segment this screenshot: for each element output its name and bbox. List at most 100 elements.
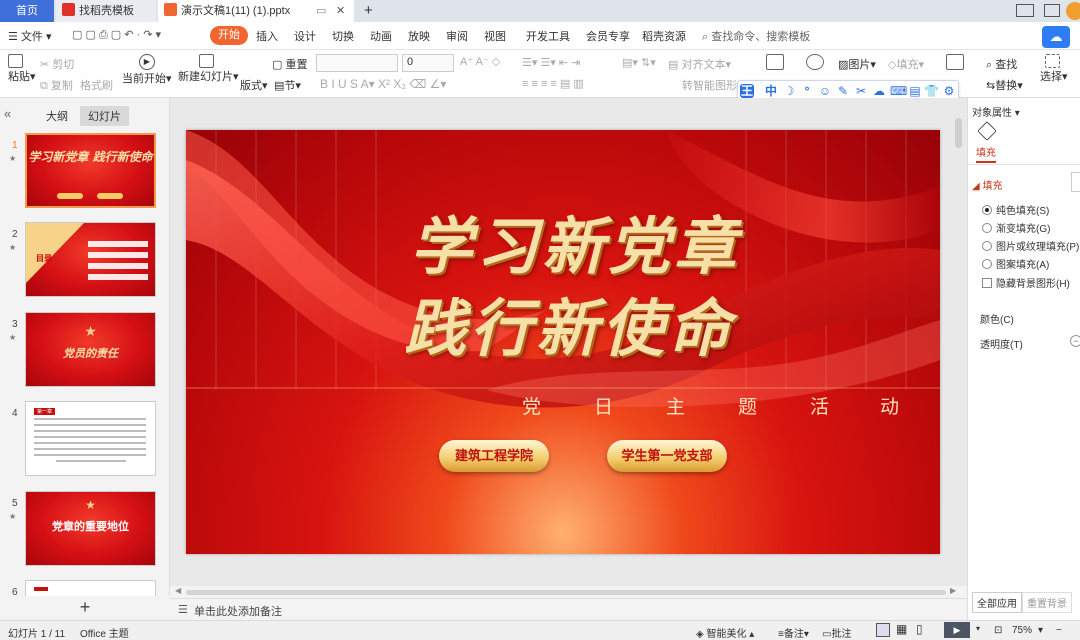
ime-pen-icon[interactable]: ✎ [836, 84, 850, 98]
reset-button[interactable]: ▢ 重置 [272, 56, 307, 72]
smartart-button[interactable]: 转智能图形 [682, 77, 737, 93]
slide-thumb-3[interactable]: ★ 党员的责任 [25, 312, 156, 387]
format-painter-button[interactable]: 格式刷 [80, 77, 113, 93]
radio-gradient-fill[interactable]: 渐变填充(G) [982, 220, 1050, 235]
slide-title-line2[interactable]: 践行新使命 [404, 278, 734, 368]
textbox-icon[interactable] [766, 54, 787, 70]
slide-pill-college[interactable]: 建筑工程学院 [439, 440, 549, 472]
fill-color-dropdown[interactable] [1071, 172, 1080, 192]
ime-keyboard-icon[interactable]: ⌨ [890, 84, 907, 98]
pin-icon[interactable]: ▭ [316, 0, 326, 22]
tab-developer[interactable]: 开发工具 [526, 28, 570, 44]
tab-slides[interactable]: 幻灯片 [80, 106, 129, 126]
tab-docer[interactable]: 稻壳资源 [642, 28, 686, 44]
tab-home[interactable]: 首页 [0, 0, 54, 22]
font-size-select[interactable]: 0 [402, 54, 454, 72]
add-slide-button[interactable]: + [0, 596, 170, 620]
copy-button[interactable]: ⧉ 复制 [40, 77, 73, 93]
tab-start[interactable]: 开始 [210, 26, 248, 45]
window-tile-icon[interactable] [1044, 4, 1060, 17]
horizontal-scrollbar[interactable] [186, 590, 946, 595]
slide-title-line1[interactable]: 学习新党章 [410, 196, 740, 286]
slide-thumb-1[interactable]: 学习新党章 践行新使命 [25, 133, 156, 208]
ime-settings-icon[interactable]: ⚙ [942, 84, 956, 98]
shapes-icon[interactable] [806, 54, 827, 70]
paste-button[interactable]: 粘贴▾ [8, 54, 36, 84]
hide-background-checkbox[interactable]: 隐藏背景图形(H) [982, 275, 1070, 290]
tab-design[interactable]: 设计 [294, 28, 316, 44]
radio-pattern-fill[interactable]: 图案填充(A) [982, 256, 1049, 271]
zoom-out-icon[interactable]: − [1056, 625, 1062, 636]
slide-thumb-6[interactable] [25, 580, 156, 596]
slide-subtitle[interactable]: 党 日 主 题 活 动 [522, 392, 902, 422]
play-dropdown-icon[interactable]: ▾ [976, 624, 980, 633]
fill-bucket-icon[interactable] [977, 121, 997, 141]
tab-insert[interactable]: 插入 [256, 28, 278, 44]
tab-animation[interactable]: 动画 [370, 28, 392, 44]
normal-view-icon[interactable] [876, 623, 890, 637]
window-layout-icon[interactable] [1016, 4, 1034, 17]
zoom-dropdown-icon[interactable]: ▾ [1038, 625, 1043, 636]
fit-window-icon[interactable]: ⊡ [994, 625, 1002, 636]
ime-lang-icon[interactable]: 中 [764, 84, 778, 98]
notes-placeholder[interactable]: 单击此处添加备注 [194, 603, 282, 619]
fill-section-header[interactable]: ◢ 填充 [972, 177, 1002, 192]
notes-bar[interactable]: ☰ 单击此处添加备注 [170, 598, 967, 620]
align-icons[interactable]: ≡ ≡ ≡ ≡ ▤ ▥ [522, 77, 584, 90]
ime-scissors-icon[interactable]: ✂ [854, 84, 868, 98]
list-icons[interactable]: ☰▾ ☰▾ ⇤ ⇥ [522, 56, 580, 69]
scroll-right-icon[interactable]: ▶ [950, 586, 956, 595]
text-format-icons[interactable]: B I U S A▾ X² X₂ ⌫ ∠▾ [320, 77, 446, 91]
smart-beautify-button[interactable]: ◈ 智能美化 ▴ [696, 625, 754, 640]
ime-book-icon[interactable]: ▤ [908, 84, 922, 98]
tab-review[interactable]: 审阅 [446, 28, 468, 44]
layout-button[interactable]: 版式▾ [240, 77, 268, 93]
tab-document[interactable]: 演示文稿1(11) (1).pptx ▭ ✕ [158, 0, 354, 22]
tab-transition[interactable]: 切换 [332, 28, 354, 44]
tab-slideshow[interactable]: 放映 [408, 28, 430, 44]
tab-template[interactable]: 找稻壳模板 [56, 0, 156, 22]
slide-thumb-5[interactable]: ★ 党章的重要地位 [25, 491, 156, 566]
scroll-left-icon[interactable]: ◀ [175, 586, 181, 595]
radio-solid-fill[interactable]: 纯色填充(S) [982, 202, 1049, 217]
tab-outline[interactable]: 大纲 [46, 108, 68, 124]
avatar[interactable] [1066, 2, 1080, 20]
ime-logo-icon[interactable]: 王 [740, 84, 754, 98]
file-menu[interactable]: ☰ 文件 ▾ [8, 28, 52, 44]
apply-all-button[interactable]: 全部应用 [972, 592, 1022, 613]
font-name-select[interactable] [316, 54, 398, 72]
transparency-decrease-icon[interactable]: − [1070, 335, 1080, 347]
arrange-icon[interactable] [946, 54, 967, 70]
vertical-scrollbar[interactable] [955, 118, 962, 148]
notes-toggle[interactable]: ≡备注▾ [778, 625, 809, 640]
slide[interactable]: 学习新党章 践行新使命 党 日 主 题 活 动 建筑工程学院 学生第一党支部 [186, 130, 940, 554]
tab-fill[interactable]: 填充 [976, 144, 996, 163]
sorter-view-icon[interactable]: ▦ [896, 622, 907, 636]
radio-picture-fill[interactable]: 图片或纹理填充(P) [982, 238, 1079, 253]
comments-toggle[interactable]: ▭批注 [822, 625, 851, 640]
close-tab-icon[interactable]: ✕ [336, 0, 345, 22]
from-current-button[interactable]: ▶ 当前开始▾ [122, 54, 172, 86]
slide-thumb-4[interactable]: 第一章 [25, 401, 156, 476]
new-slide-button[interactable]: 新建幻灯片▾ [178, 54, 239, 84]
command-search[interactable]: ⌕ 查找命令、搜索模板 [702, 28, 810, 44]
cut-button[interactable]: ✂ 剪切 [40, 56, 74, 72]
collapse-panel-icon[interactable]: « [4, 106, 11, 121]
find-button[interactable]: ⌕ 查找 [986, 56, 1017, 72]
picture-button[interactable]: ▨图片▾ [838, 56, 876, 72]
reset-background-button[interactable]: 重置背景 [1022, 592, 1072, 613]
ime-cloud-icon[interactable]: ☁ [872, 84, 886, 98]
quick-access-icons[interactable]: ▢ ▢ ⎙ ▢ ↶ · ↷ ▾ [72, 28, 161, 42]
slide-thumb-2[interactable]: 目录 [25, 222, 156, 297]
ime-emoji-icon[interactable]: ☺ [818, 84, 832, 98]
play-slideshow-icon[interactable]: ▶ [944, 622, 970, 638]
font-grow-icons[interactable]: A⁺ A⁻ ◇ [460, 55, 500, 68]
ime-moon-icon[interactable]: ☽ [782, 84, 796, 98]
panel-header[interactable]: 对象属性 ▾ [972, 104, 1020, 119]
slide-pill-branch[interactable]: 学生第一党支部 [607, 440, 727, 472]
text-direction-icons[interactable]: ▤▾ ⇅▾ [622, 56, 656, 69]
cloud-icon[interactable]: ☁ [1042, 26, 1070, 48]
ime-punct-icon[interactable]: ° [800, 84, 814, 98]
ime-skin-icon[interactable]: 👕 [924, 84, 939, 98]
new-tab-button[interactable]: + [358, 0, 373, 22]
